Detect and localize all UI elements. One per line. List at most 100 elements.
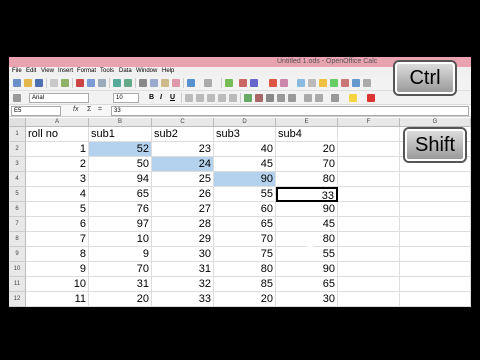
row-header-4[interactable]: 4 bbox=[9, 172, 26, 187]
data-cell[interactable]: 33 bbox=[276, 187, 338, 202]
help-icon[interactable] bbox=[363, 79, 371, 87]
empty-cell[interactable] bbox=[400, 202, 471, 217]
data-cell[interactable]: 24 bbox=[152, 157, 214, 172]
print-icon[interactable] bbox=[87, 79, 95, 87]
open-icon[interactable] bbox=[24, 79, 32, 87]
column-header-e[interactable]: E bbox=[276, 118, 338, 127]
sort-asc-icon[interactable] bbox=[239, 79, 247, 87]
column-header-g[interactable]: G bbox=[400, 118, 471, 127]
pivot-icon[interactable] bbox=[280, 79, 288, 87]
data-cell[interactable]: 27 bbox=[152, 202, 214, 217]
empty-cell[interactable] bbox=[338, 292, 400, 307]
header-cell[interactable]: roll no bbox=[26, 127, 89, 142]
empty-cell[interactable] bbox=[400, 217, 471, 232]
header-cell[interactable]: sub1 bbox=[89, 127, 152, 142]
data-cell[interactable]: 9 bbox=[26, 262, 89, 277]
empty-cell[interactable] bbox=[400, 172, 471, 187]
data-cell[interactable]: 45 bbox=[276, 217, 338, 232]
empty-cell[interactable] bbox=[400, 187, 471, 202]
menu-format[interactable]: Format bbox=[77, 68, 96, 74]
row-header-7[interactable]: 7 bbox=[9, 217, 26, 232]
sort-desc-icon[interactable] bbox=[250, 79, 258, 87]
menu-edit[interactable]: Edit bbox=[26, 68, 36, 74]
print-preview-icon[interactable] bbox=[98, 79, 106, 87]
data-cell[interactable]: 85 bbox=[214, 277, 276, 292]
borders-icon[interactable] bbox=[331, 94, 339, 102]
row-header-8[interactable]: 8 bbox=[9, 232, 26, 247]
data-cell[interactable]: 90 bbox=[276, 262, 338, 277]
data-cell[interactable]: 70 bbox=[276, 157, 338, 172]
row-header-10[interactable]: 10 bbox=[9, 262, 26, 277]
menu-file[interactable]: File bbox=[12, 68, 22, 74]
data-cell[interactable]: 65 bbox=[276, 277, 338, 292]
data-cell[interactable]: 10 bbox=[89, 232, 152, 247]
data-cell[interactable]: 6 bbox=[26, 217, 89, 232]
edit-file-icon[interactable] bbox=[61, 79, 69, 87]
autospell-icon[interactable] bbox=[124, 79, 132, 87]
data-cell[interactable]: 97 bbox=[89, 217, 152, 232]
column-header-f[interactable]: F bbox=[338, 118, 400, 127]
data-cell[interactable]: 60 bbox=[214, 202, 276, 217]
hyperlink-icon[interactable] bbox=[225, 79, 233, 87]
gallery-icon[interactable] bbox=[330, 79, 338, 87]
data-cell[interactable]: 80 bbox=[214, 262, 276, 277]
data-cell[interactable]: 10 bbox=[26, 277, 89, 292]
data-cell[interactable]: 76 bbox=[89, 202, 152, 217]
undo-icon[interactable] bbox=[187, 79, 195, 87]
empty-cell[interactable] bbox=[400, 292, 471, 307]
menu-window[interactable]: Window bbox=[136, 68, 157, 74]
empty-cell[interactable] bbox=[338, 187, 400, 202]
empty-cell[interactable] bbox=[400, 232, 471, 247]
italic-button[interactable]: I bbox=[160, 94, 162, 101]
data-cell[interactable]: 50 bbox=[89, 157, 152, 172]
number-format-icon[interactable] bbox=[266, 94, 274, 102]
data-cell[interactable]: 29 bbox=[152, 232, 214, 247]
data-cell[interactable]: 7 bbox=[26, 232, 89, 247]
styles-icon[interactable] bbox=[13, 94, 21, 102]
data-cell[interactable]: 90 bbox=[214, 172, 276, 187]
select-all-corner[interactable] bbox=[9, 118, 26, 127]
header-cell[interactable]: sub4 bbox=[276, 127, 338, 142]
font-name-select[interactable]: Arial bbox=[29, 93, 89, 103]
decrease-indent-icon[interactable] bbox=[304, 94, 312, 102]
empty-cell[interactable] bbox=[338, 157, 400, 172]
data-cell[interactable]: 55 bbox=[214, 187, 276, 202]
data-cell[interactable]: 52 bbox=[89, 142, 152, 157]
font-color-icon[interactable] bbox=[367, 94, 375, 102]
formula-input[interactable]: 33 bbox=[111, 106, 469, 116]
empty-cell[interactable] bbox=[338, 127, 400, 142]
data-cell[interactable]: 1 bbox=[26, 142, 89, 157]
cut-icon[interactable] bbox=[139, 79, 147, 87]
data-cell[interactable]: 31 bbox=[152, 262, 214, 277]
empty-cell[interactable] bbox=[338, 142, 400, 157]
delete-decimal-icon[interactable] bbox=[288, 94, 296, 102]
data-cell[interactable]: 26 bbox=[152, 187, 214, 202]
function-wizard-button[interactable]: fx bbox=[73, 106, 78, 113]
find-icon[interactable] bbox=[308, 79, 316, 87]
row-header-9[interactable]: 9 bbox=[9, 247, 26, 262]
column-header-d[interactable]: D bbox=[214, 118, 276, 127]
justify-icon[interactable] bbox=[218, 94, 226, 102]
align-right-icon[interactable] bbox=[207, 94, 215, 102]
data-cell[interactable]: 65 bbox=[214, 217, 276, 232]
menu-view[interactable]: View bbox=[41, 68, 54, 74]
currency-icon[interactable] bbox=[244, 94, 252, 102]
data-cell[interactable]: 70 bbox=[89, 262, 152, 277]
redo-icon[interactable] bbox=[204, 79, 212, 87]
pdf-icon[interactable] bbox=[76, 79, 84, 87]
data-cell[interactable]: 20 bbox=[89, 292, 152, 307]
data-cell[interactable]: 90 bbox=[276, 202, 338, 217]
empty-cell[interactable] bbox=[400, 247, 471, 262]
row-header-12[interactable]: 12 bbox=[9, 292, 26, 307]
data-cell[interactable]: 45 bbox=[214, 157, 276, 172]
menu-data[interactable]: Data bbox=[119, 68, 132, 74]
empty-cell[interactable] bbox=[338, 247, 400, 262]
datasources-icon[interactable] bbox=[341, 79, 349, 87]
data-cell[interactable]: 31 bbox=[89, 277, 152, 292]
data-cell[interactable]: 8 bbox=[26, 247, 89, 262]
row-header-6[interactable]: 6 bbox=[9, 202, 26, 217]
data-cell[interactable]: 30 bbox=[276, 292, 338, 307]
navigator-icon[interactable] bbox=[319, 79, 327, 87]
spellcheck-icon[interactable] bbox=[113, 79, 121, 87]
zoom-icon[interactable] bbox=[352, 79, 360, 87]
